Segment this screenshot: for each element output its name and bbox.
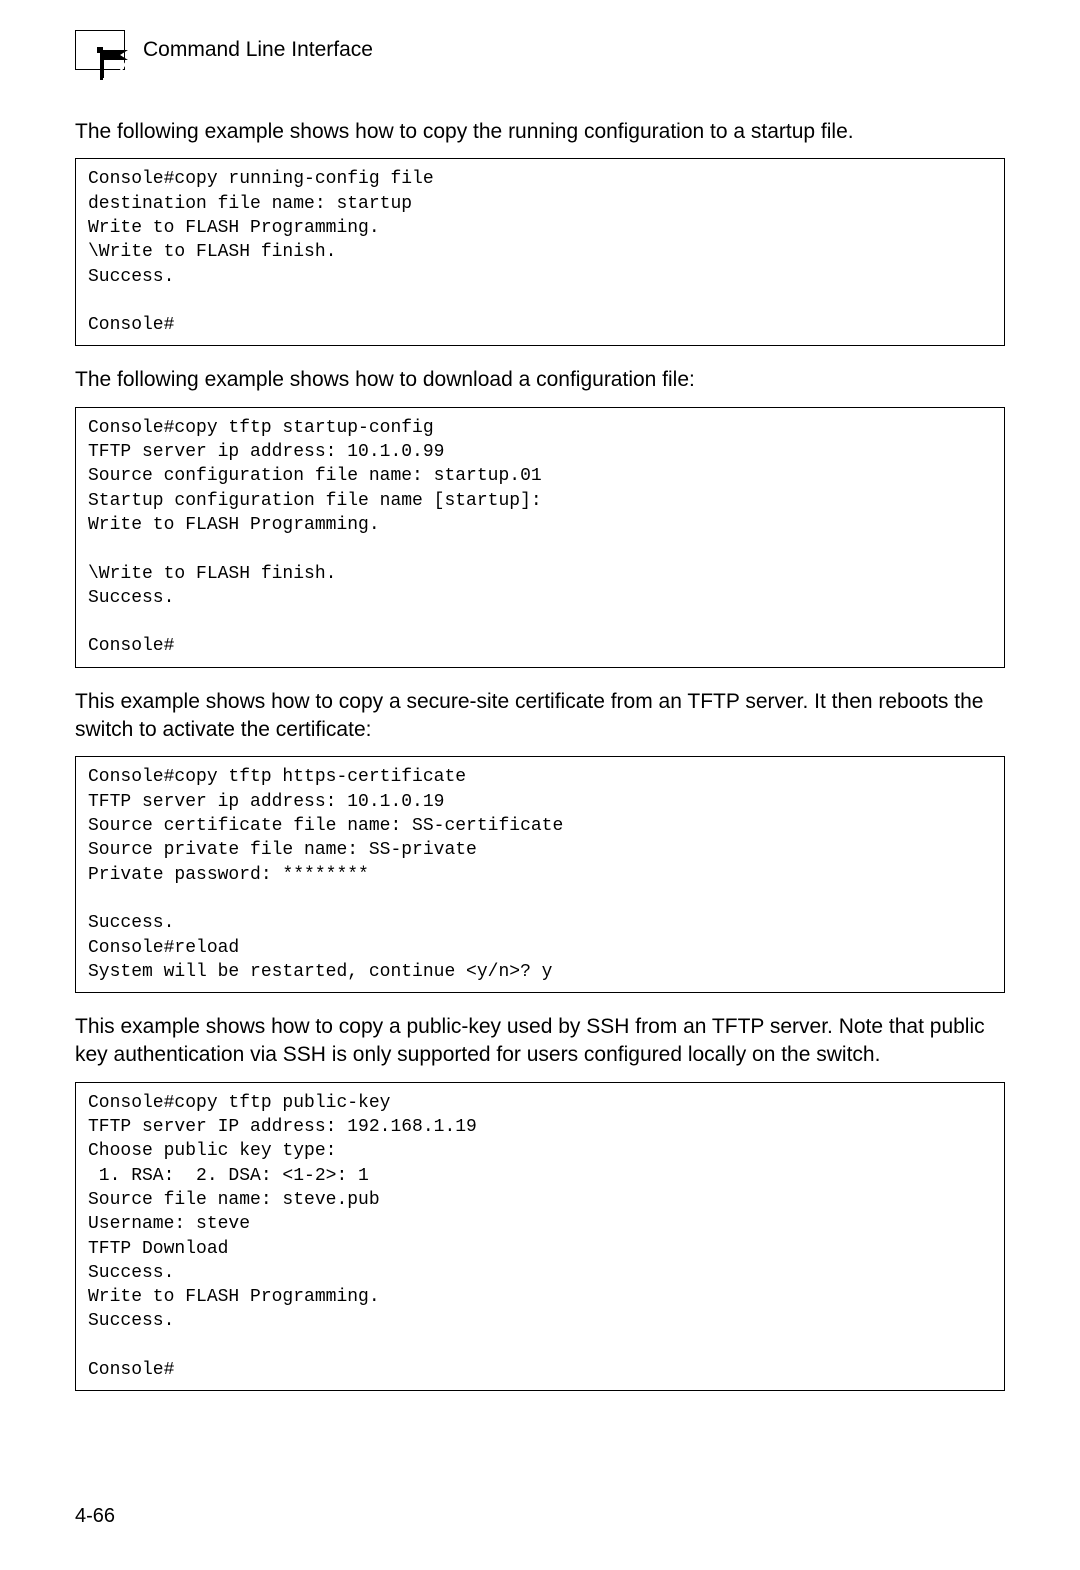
chapter-title: Command Line Interface [143,38,373,62]
code-block-2: Console#copy tftp startup-config TFTP se… [75,407,1005,668]
paragraph-2: The following example shows how to downl… [75,366,1005,394]
paragraph-1: The following example shows how to copy … [75,118,1005,146]
page-header: 4 Command Line Interface [75,30,1005,70]
paragraph-3: This example shows how to copy a secure-… [75,688,1005,745]
svg-text:4: 4 [118,58,131,82]
paragraph-4: This example shows how to copy a public-… [75,1013,1005,1070]
code-block-4: Console#copy tftp public-key TFTP server… [75,1082,1005,1392]
chapter-box: 4 [75,30,125,70]
code-block-3: Console#copy tftp https-certificate TFTP… [75,756,1005,993]
code-block-1: Console#copy running-config file destina… [75,158,1005,346]
chapter-flag-icon: 4 [97,47,103,53]
page-number: 4-66 [75,1505,115,1528]
